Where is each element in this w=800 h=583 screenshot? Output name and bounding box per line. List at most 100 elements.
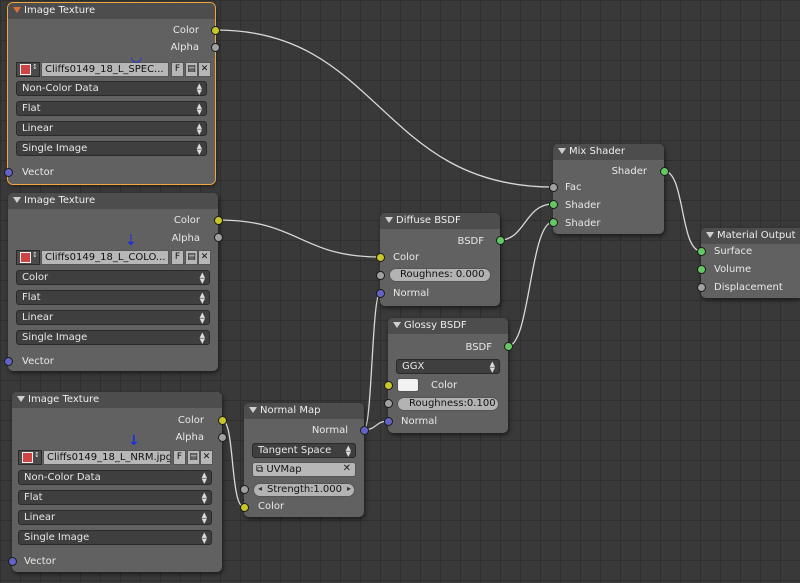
open-folder-icon[interactable]: ▤ [185,62,198,77]
roughness-slider[interactable]: Roughness:0.100 [397,397,499,411]
fake-user-button[interactable]: F [173,450,186,465]
glossy-bsdf-node[interactable]: Glossy BSDF BSDF GGX ▲ ▼ Color Roughness:0… [388,318,508,433]
socket-output-surface-in[interactable] [697,247,706,256]
image-texture-node-spec[interactable]: Image Texture Color Alpha ↕ Cliffs0149_1… [7,2,216,185]
color-swatch[interactable] [397,378,419,392]
annotation-arrow-icon: ◡ [131,49,142,65]
projection-dropdown[interactable]: Flat ▲ ▼ [18,490,212,505]
link-tex2-color-to-diffuse-color [217,219,381,258]
socket-normalmap-color-in[interactable] [240,503,249,512]
clear-uvmap-icon[interactable]: ✕ [343,463,351,474]
updown-icon: ▲ ▼ [345,444,351,458]
strength-slider[interactable]: ◂ Strength: 1.000 ▸ [253,483,355,497]
image-name-field[interactable]: Cliffs0149_18_L_NRM.jpg [43,450,171,465]
node-header[interactable]: Image Texture [8,3,215,19]
socket-mix-shader-out[interactable] [660,167,669,176]
image-selector[interactable]: ↕ Cliffs0149_18_L_SPEC... F ▤ ✕ [16,62,211,77]
uvmap-icon: ⧉ [256,464,264,475]
image-selector[interactable]: ↕ Cliffs0149_18_L_COLO... F ▤ ✕ [16,250,211,265]
color-space-dropdown[interactable]: Color ▲ ▼ [16,270,210,285]
socket-tex2-color-out[interactable] [214,216,223,225]
fake-user-button[interactable]: F [171,250,184,265]
open-folder-icon[interactable]: ▤ [185,250,198,265]
mix-shader-node[interactable]: Mix Shader Shader Fac Shader Shader [553,144,664,234]
input-label-surface: Surface [714,246,753,257]
image-texture-node-normal[interactable]: Image Texture Color Alpha ↕ Cliffs0149_1… [12,392,222,572]
socket-tex1-color-out[interactable] [211,26,220,35]
unlink-image-icon[interactable]: ✕ [200,450,213,465]
socket-normalmap-strength-in[interactable] [240,485,249,494]
color-space-dropdown[interactable]: Non-Color Data ▲ ▼ [18,470,212,485]
collapse-arrow-icon[interactable] [385,217,393,223]
collapse-arrow-icon[interactable] [249,407,257,413]
unlink-image-icon[interactable]: ✕ [198,250,211,265]
socket-glossy-normal-in[interactable] [384,417,393,426]
socket-diffuse-roughness-in[interactable] [376,271,385,280]
input-label-normal: Normal [393,288,430,299]
socket-output-volume-in[interactable] [697,265,706,274]
node-header[interactable]: Image Texture [8,193,218,209]
socket-tex3-vector-in[interactable] [8,557,17,566]
interpolation-dropdown[interactable]: Linear ▲ ▼ [18,510,212,525]
socket-glossy-color-in[interactable] [384,381,393,390]
node-header[interactable]: Material Output [701,228,800,244]
socket-tex1-vector-in[interactable] [4,168,13,177]
input-label-fac: Fac [565,182,582,193]
socket-diffuse-normal-in[interactable] [376,289,385,298]
source-dropdown[interactable]: Single Image ▲ ▼ [18,530,212,545]
socket-tex2-alpha-out[interactable] [214,233,223,242]
socket-glossy-bsdf-out[interactable] [504,342,513,351]
image-browse-icon[interactable]: ↕ [16,250,40,265]
image-texture-node-color[interactable]: Image Texture Color Alpha ↕ Cliffs0149_1… [8,193,218,371]
source-dropdown[interactable]: Single Image ▲ ▼ [16,330,210,345]
color-space-dropdown[interactable]: Non-Color Data ▲ ▼ [16,81,207,96]
interpolation-dropdown[interactable]: Linear ▲ ▼ [16,121,207,136]
socket-tex2-vector-in[interactable] [4,357,13,366]
normal-map-node[interactable]: Normal Map Normal Tangent Space ▲ ▼ ⧉ UVMa… [244,403,364,517]
source-dropdown[interactable]: Single Image ▲ ▼ [16,141,207,156]
image-name-field[interactable]: Cliffs0149_18_L_COLO... [41,250,169,265]
image-browse-icon[interactable]: ↕ [18,450,42,465]
space-dropdown[interactable]: Tangent Space ▲ ▼ [252,443,356,458]
socket-diffuse-bsdf-out[interactable] [496,236,505,245]
node-header[interactable]: Diffuse BSDF [380,213,500,229]
projection-dropdown[interactable]: Flat ▲ ▼ [16,101,207,116]
projection-dropdown[interactable]: Flat ▲ ▼ [16,290,210,305]
socket-mix-shader1-in[interactable] [549,200,558,209]
roughness-slider[interactable]: Roughnes: 0.000 [389,268,491,282]
node-header[interactable]: Glossy BSDF [388,318,508,334]
fake-user-button[interactable]: F [171,62,184,77]
collapse-arrow-icon[interactable] [17,396,25,402]
collapse-arrow-icon[interactable] [393,322,401,328]
collapse-arrow-icon[interactable] [706,232,714,238]
decrement-arrow-icon[interactable]: ◂ [258,484,262,493]
socket-mix-shader2-in[interactable] [549,218,558,227]
node-header[interactable]: Image Texture [12,392,222,408]
interpolation-dropdown[interactable]: Linear ▲ ▼ [16,310,210,325]
socket-output-displacement-in[interactable] [697,283,706,292]
material-output-node[interactable]: Material Output Surface Volume Displacem… [701,228,800,298]
increment-arrow-icon[interactable]: ▸ [347,484,351,493]
collapse-arrow-icon[interactable] [13,7,21,13]
socket-normalmap-normal-out[interactable] [360,426,369,435]
socket-tex3-alpha-out[interactable] [218,433,227,442]
image-browse-icon[interactable]: ↕ [16,62,40,77]
unlink-image-icon[interactable]: ✕ [198,62,211,77]
open-folder-icon[interactable]: ▤ [187,450,200,465]
socket-mix-fac-in[interactable] [549,183,558,192]
diffuse-bsdf-node[interactable]: Diffuse BSDF BSDF Color Roughnes: 0.000 … [380,213,500,306]
uvmap-field[interactable]: ⧉ UVMap ✕ [252,462,356,477]
socket-tex1-alpha-out[interactable] [211,43,220,52]
image-name-field[interactable]: Cliffs0149_18_L_SPEC... [41,62,169,77]
node-header[interactable]: Normal Map [244,403,364,419]
socket-diffuse-color-in[interactable] [376,253,385,262]
socket-glossy-roughness-in[interactable] [384,399,393,408]
collapse-arrow-icon[interactable] [13,197,21,203]
socket-tex3-color-out[interactable] [218,416,227,425]
image-selector[interactable]: ↕ Cliffs0149_18_L_NRM.jpg F ▤ ✕ [18,450,213,465]
distribution-dropdown[interactable]: GGX ▲ ▼ [396,359,500,374]
updown-icon: ▲ ▼ [201,531,207,545]
node-header[interactable]: Mix Shader [553,144,664,160]
collapse-arrow-icon[interactable] [558,148,566,154]
input-label-color: Color [431,380,458,391]
